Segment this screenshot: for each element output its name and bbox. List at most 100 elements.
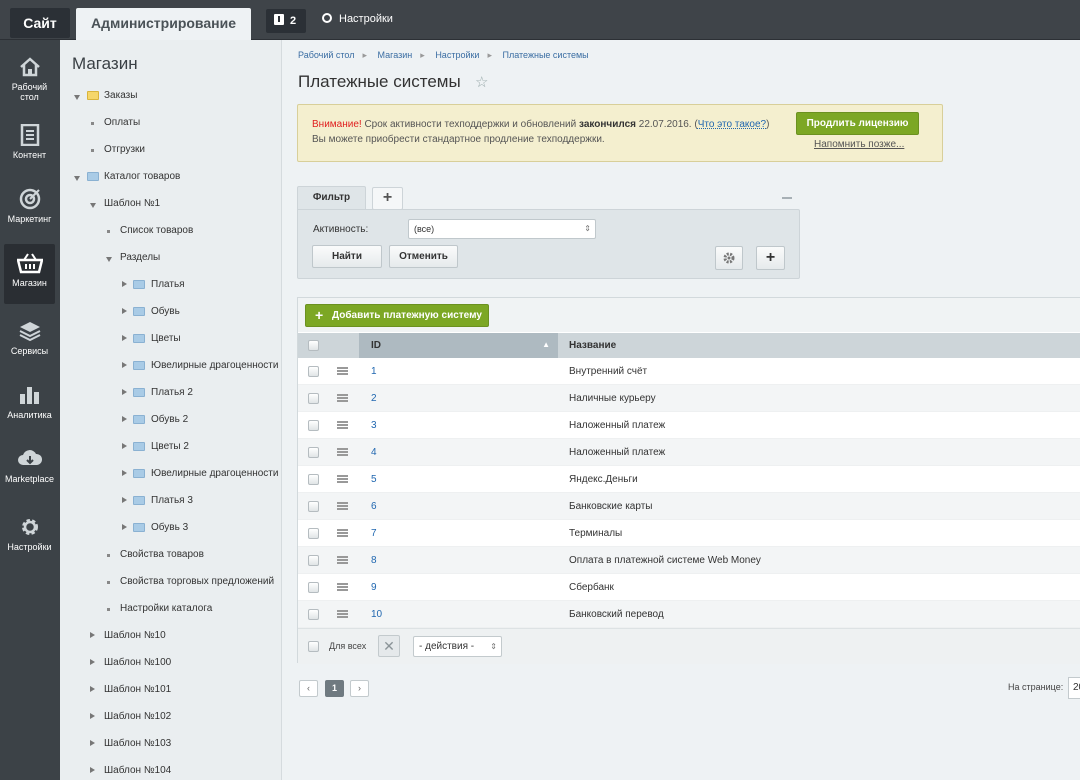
tree-item-catalog-settings[interactable]: Настройки каталога <box>120 602 212 616</box>
row-id[interactable]: 7 <box>371 528 377 539</box>
add-payment-system-button[interactable]: + Добавить платежную систему <box>305 304 489 327</box>
menu-item-marketing[interactable]: Маркетинг <box>4 180 55 238</box>
prev-page-button[interactable]: ‹ <box>299 680 318 697</box>
id-column-header[interactable]: ID ▲ <box>359 333 558 358</box>
tree-item-section[interactable]: Ювелирные драгоценности <box>151 359 278 373</box>
table-row[interactable]: 4 Наложенный платеж <box>298 439 1080 466</box>
tree-item-shipments[interactable]: Отгрузки <box>104 143 145 157</box>
actions-select[interactable]: - действия - <box>413 636 502 657</box>
filter-settings-button[interactable] <box>715 246 743 270</box>
per-page-select[interactable]: 20 <box>1068 677 1080 699</box>
row-id[interactable]: 10 <box>371 609 382 620</box>
cancel-button[interactable]: Отменить <box>389 245 458 268</box>
row-menu-icon[interactable] <box>337 583 348 591</box>
tree-item-template[interactable]: Шаблон №100 <box>104 656 171 670</box>
row-id[interactable]: 8 <box>371 555 377 566</box>
collapse-arrow-icon[interactable] <box>122 389 127 395</box>
menu-item-content[interactable]: Контент <box>4 116 55 174</box>
row-checkbox[interactable] <box>308 366 319 377</box>
breadcrumb-link[interactable]: Настройки <box>435 50 479 60</box>
expand-arrow-icon[interactable] <box>74 176 80 181</box>
what-is-this-link[interactable]: Что это такое? <box>698 119 766 130</box>
table-row[interactable]: 5 Яндекс.Деньги <box>298 466 1080 493</box>
row-menu-icon[interactable] <box>337 529 348 537</box>
find-button[interactable]: Найти <box>312 245 382 268</box>
tree-item-section[interactable]: Платья 2 <box>151 386 193 400</box>
row-checkbox[interactable] <box>308 420 319 431</box>
admin-tab[interactable]: Администрирование <box>76 8 251 40</box>
tree-item-payments[interactable]: Оплаты <box>104 116 140 130</box>
site-tab[interactable]: Сайт <box>10 8 70 38</box>
tree-item-section[interactable]: Ювелирные драгоценности 2 <box>151 467 281 481</box>
collapse-arrow-icon[interactable] <box>90 767 95 773</box>
row-checkbox[interactable] <box>308 528 319 539</box>
tree-item-template[interactable]: Шаблон №103 <box>104 737 171 751</box>
row-id[interactable]: 9 <box>371 582 377 593</box>
collapse-arrow-icon[interactable] <box>122 497 127 503</box>
row-checkbox[interactable] <box>308 609 319 620</box>
tree-item-section[interactable]: Обувь 3 <box>151 521 188 535</box>
table-row[interactable]: 7 Терминалы <box>298 520 1080 547</box>
collapse-arrow-icon[interactable] <box>122 443 127 449</box>
minimize-filter-icon[interactable] <box>782 197 792 199</box>
row-menu-icon[interactable] <box>337 610 348 618</box>
remind-later-link[interactable]: Напомнить позже... <box>814 139 904 150</box>
row-menu-icon[interactable] <box>337 502 348 510</box>
table-row[interactable]: 10 Банковский перевод <box>298 601 1080 628</box>
collapse-arrow-icon[interactable] <box>122 281 127 287</box>
collapse-arrow-icon[interactable] <box>122 362 127 368</box>
row-checkbox[interactable] <box>308 582 319 593</box>
collapse-arrow-icon[interactable] <box>90 713 95 719</box>
row-menu-icon[interactable] <box>337 367 348 375</box>
row-menu-icon[interactable] <box>337 556 348 564</box>
collapse-arrow-icon[interactable] <box>122 416 127 422</box>
collapse-arrow-icon[interactable] <box>90 740 95 746</box>
row-menu-icon[interactable] <box>337 421 348 429</box>
row-id[interactable]: 5 <box>371 474 377 485</box>
menu-item-services[interactable]: Сервисы <box>4 312 55 370</box>
row-checkbox[interactable] <box>308 393 319 404</box>
filter-tab[interactable]: Фильтр <box>297 186 366 210</box>
tree-item-sections[interactable]: Разделы <box>120 251 160 265</box>
breadcrumb-link[interactable]: Магазин <box>378 50 413 60</box>
name-column-header[interactable]: Название <box>569 340 616 351</box>
tree-item-product-list[interactable]: Список товаров <box>120 224 193 238</box>
add-filter-button[interactable]: + <box>372 187 403 210</box>
tree-item-offer-properties[interactable]: Свойства торговых предложений <box>120 575 274 589</box>
row-menu-icon[interactable] <box>337 475 348 483</box>
collapse-arrow-icon[interactable] <box>90 632 95 638</box>
row-checkbox[interactable] <box>308 447 319 458</box>
settings-link[interactable]: Настройки <box>322 12 393 26</box>
tree-item-template[interactable]: Шаблон №10 <box>104 629 166 643</box>
extend-license-button[interactable]: Продлить лицензию <box>796 112 919 135</box>
breadcrumb-link[interactable]: Рабочий стол <box>298 50 355 60</box>
table-row[interactable]: 3 Наложенный платеж <box>298 412 1080 439</box>
row-checkbox[interactable] <box>308 555 319 566</box>
activity-select[interactable]: (все) <box>408 219 596 239</box>
table-row[interactable]: 1 Внутренний счёт <box>298 358 1080 385</box>
tree-item-section[interactable]: Обувь 2 <box>151 413 188 427</box>
collapse-arrow-icon[interactable] <box>90 659 95 665</box>
row-checkbox[interactable] <box>308 474 319 485</box>
breadcrumb-link[interactable]: Платежные системы <box>503 50 589 60</box>
favorite-star-icon[interactable]: ☆ <box>475 74 488 92</box>
select-all-checkbox[interactable] <box>308 340 319 351</box>
collapse-arrow-icon[interactable] <box>122 308 127 314</box>
row-id[interactable]: 6 <box>371 501 377 512</box>
expand-arrow-icon[interactable] <box>90 203 96 208</box>
tree-item-template[interactable]: Шаблон №101 <box>104 683 171 697</box>
tree-item-template[interactable]: Шаблон №104 <box>104 764 171 778</box>
for-all-checkbox[interactable] <box>308 641 319 652</box>
tree-item-section[interactable]: Цветы <box>151 332 181 346</box>
tree-item-section[interactable]: Платья <box>151 278 185 292</box>
collapse-arrow-icon[interactable] <box>122 524 127 530</box>
collapse-arrow-icon[interactable] <box>122 335 127 341</box>
delete-icon[interactable]: ✕ <box>378 635 400 657</box>
table-row[interactable]: 9 Сбербанк <box>298 574 1080 601</box>
row-menu-icon[interactable] <box>337 448 348 456</box>
tree-item-catalog[interactable]: Каталог товаров <box>104 170 180 184</box>
notifications-button[interactable]: 2 <box>266 9 306 33</box>
row-id[interactable]: 3 <box>371 420 377 431</box>
tree-item-section[interactable]: Цветы 2 <box>151 440 189 454</box>
menu-item-desktop[interactable]: Рабочий стол <box>4 48 55 106</box>
